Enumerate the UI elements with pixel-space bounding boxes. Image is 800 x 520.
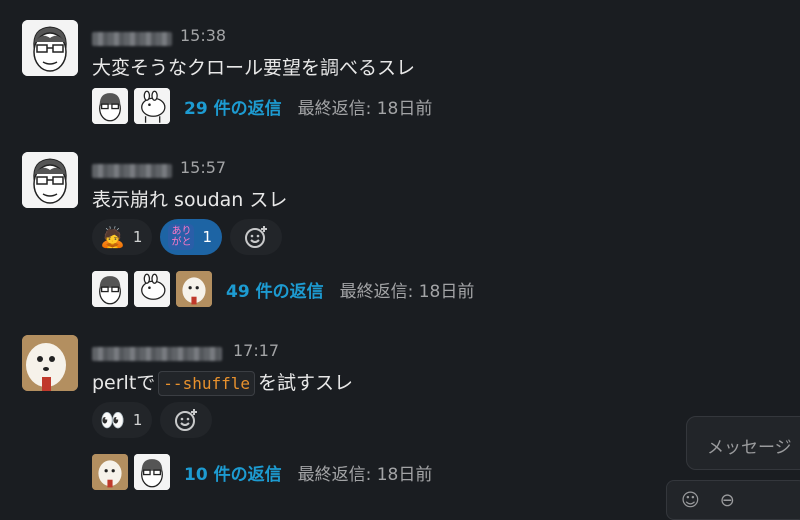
avatar[interactable] [22, 20, 78, 76]
bowing-person-icon: 🙇 [100, 225, 125, 249]
glasses-man-avatar-icon [22, 20, 78, 76]
add-emoji-icon [175, 409, 198, 431]
avatar [176, 271, 212, 307]
timestamp[interactable]: 15:38 [180, 26, 226, 45]
reaction-arigato[interactable]: ありがと 1 [160, 219, 222, 255]
arigato-emoji-icon: ありがと [168, 224, 195, 250]
message-composer-input[interactable]: メッセージ [686, 416, 800, 470]
moomin-avatar-icon [134, 271, 170, 307]
message-text-prefix: perltで [92, 372, 156, 394]
reaction-count: 1 [132, 411, 143, 429]
avatar[interactable] [22, 152, 78, 208]
avatar [92, 271, 128, 307]
mention-icon[interactable]: ⊖ [720, 490, 735, 511]
dog-avatar-icon [22, 335, 78, 391]
moomin-avatar-icon [134, 88, 170, 124]
thread-summary[interactable]: 10 件の返信 最終返信: 18日前 [92, 454, 432, 490]
avatar [134, 88, 170, 124]
last-reply-time: 最終返信: 18日前 [339, 281, 475, 302]
glasses-man-avatar-icon [22, 152, 78, 208]
reaction-eyes[interactable]: 👀 1 [92, 402, 153, 438]
reply-count-link[interactable]: 10 件の返信 [184, 460, 282, 485]
timestamp[interactable]: 15:57 [180, 158, 226, 177]
avatar [134, 271, 170, 307]
avatar [134, 454, 170, 490]
reaction-count: 1 [202, 228, 212, 246]
emoji-icon[interactable]: ☺ [681, 490, 700, 511]
add-reaction-button[interactable] [160, 402, 213, 438]
dog-avatar-icon [92, 454, 128, 490]
message-text: 大変そうなクロール要望を調べるスレ [92, 57, 416, 79]
dog-avatar-icon [176, 271, 212, 307]
author-name[interactable] [92, 347, 222, 361]
add-emoji-icon [245, 226, 267, 248]
glasses-man-avatar-icon [92, 88, 128, 124]
last-reply-time: 最終返信: 18日前 [297, 464, 433, 485]
eyes-icon: 👀 [100, 408, 125, 432]
reaction-bowing[interactable]: 🙇 1 [92, 219, 153, 255]
add-reaction-button[interactable] [230, 219, 282, 255]
avatar [92, 88, 128, 124]
reaction-bar: 🙇 1 ありがと 1 [92, 219, 282, 255]
author-name[interactable] [92, 32, 172, 46]
glasses-man-avatar-icon [134, 454, 170, 490]
reaction-count: 1 [132, 228, 143, 246]
thread-summary[interactable]: 49 件の返信 最終返信: 18日前 [92, 271, 474, 307]
glasses-man-avatar-icon [92, 271, 128, 307]
reply-count-link[interactable]: 29 件の返信 [184, 94, 282, 119]
inline-code: --shuffle [158, 371, 255, 396]
reaction-bar: 👀 1 [92, 402, 213, 438]
thread-summary[interactable]: 29 件の返信 最終返信: 18日前 [92, 88, 432, 124]
message-text-suffix: を試すスレ [258, 372, 354, 394]
composer-toolbar: ☺ ⊖ [666, 480, 800, 520]
timestamp[interactable]: 17:17 [233, 341, 279, 360]
last-reply-time: 最終返信: 18日前 [297, 98, 433, 119]
reply-count-link[interactable]: 49 件の返信 [226, 277, 324, 302]
author-name[interactable] [92, 164, 172, 178]
message-text: perltで --shuffle を試すスレ [92, 368, 354, 396]
avatar [92, 454, 128, 490]
avatar[interactable] [22, 335, 78, 391]
message-text: 表示崩れ soudan スレ [92, 189, 288, 211]
